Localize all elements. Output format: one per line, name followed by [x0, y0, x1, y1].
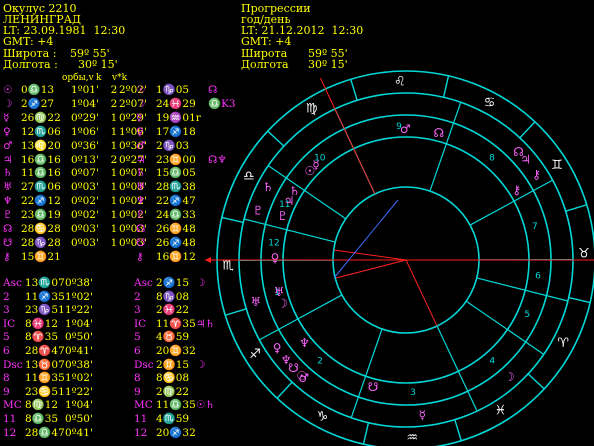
- house-number: 7: [532, 222, 538, 232]
- aspect-line: [333, 249, 407, 261]
- sign-boundary: [454, 419, 462, 441]
- zodiac-sign-glyph: ♉: [578, 246, 590, 261]
- house-cusp-line: [350, 328, 383, 418]
- ic-line: [405, 259, 438, 327]
- sign-boundary: [565, 204, 587, 212]
- zodiac-sign-glyph: ♍: [306, 102, 318, 117]
- house-number: 5: [524, 310, 530, 320]
- zodiac-sign-glyph: ♏: [222, 259, 234, 274]
- house-number: 4: [489, 356, 495, 366]
- meridian-line: [319, 77, 376, 195]
- sign-boundary: [221, 216, 244, 224]
- sign-boundary: [350, 79, 358, 101]
- progressed-planet-glyph: ☿: [419, 408, 426, 422]
- progressed-planet-glyph: ♅: [250, 295, 261, 309]
- natal-planet-glyph: ♄: [289, 184, 300, 198]
- natal-planet-glyph: ♆: [299, 336, 310, 350]
- aspect-line: [333, 199, 399, 279]
- progressed-planet-glyph: ⚷: [532, 168, 541, 182]
- sign-boundary: [519, 121, 536, 139]
- progressed-planet-glyph: ☋: [288, 361, 299, 375]
- zodiac-sign-glyph: ♎: [243, 169, 255, 184]
- progressed-planet-glyph: ♄: [263, 180, 274, 194]
- sign-boundary: [442, 75, 450, 98]
- natal-planet-glyph: ♅: [274, 285, 285, 299]
- asc-arrow: [205, 257, 211, 263]
- zodiac-sign-glyph: ♒: [406, 430, 418, 445]
- natal-planet-glyph: ⚷: [512, 183, 521, 197]
- house-number: 3: [410, 388, 416, 398]
- house-number: 6: [535, 271, 541, 281]
- natal-planet-glyph: ♇: [277, 209, 288, 223]
- sign-boundary: [568, 296, 591, 304]
- zodiac-sign-glyph: ♑: [317, 410, 329, 425]
- zodiac-sign-glyph: ♋: [484, 95, 496, 110]
- natal-planet-glyph: ♀: [271, 251, 280, 265]
- progressed-planet-glyph: ♇: [253, 204, 264, 218]
- zodiac-sign-glyph: ♌: [394, 75, 406, 90]
- progressed-planet-glyph: ☊: [513, 145, 524, 159]
- zodiac-sign-glyph: ♈: [557, 336, 569, 351]
- natal-planet-glyph: ☿: [312, 158, 319, 172]
- house-number: 12: [268, 239, 279, 249]
- house-number: 8: [489, 154, 495, 164]
- sign-boundary: [527, 373, 545, 390]
- zodiac-sign-glyph: ♓: [494, 403, 506, 418]
- sign-boundary: [276, 381, 293, 399]
- progressed-planet-glyph: ☽: [504, 370, 515, 384]
- natal-planet-glyph: ♂: [400, 122, 411, 136]
- progressed-planet-glyph: ♂: [298, 371, 309, 385]
- house-cusp-line: [465, 300, 545, 355]
- house-cusp-line: [259, 294, 343, 341]
- house-number: 2: [317, 356, 323, 366]
- house-cusp-line: [436, 325, 478, 412]
- sign-boundary: [267, 130, 285, 147]
- house-cusp-line: [429, 102, 462, 192]
- natal-planet-glyph: ☋: [368, 380, 379, 394]
- zodiac-sign-glyph: ♊: [551, 158, 563, 173]
- natal-planet-glyph: ☊: [434, 126, 445, 140]
- sign-boundary: [225, 308, 247, 316]
- zodiac-sign-glyph: ♐: [249, 347, 261, 362]
- sign-boundary: [362, 422, 370, 445]
- chart-wheel[interactable]: ♈♉♊♋♌♍♎♏♐♑♒♓123456789101112☉ ☽☿♀♂♃♄♅♆♇☊☋⚷…: [0, 0, 594, 446]
